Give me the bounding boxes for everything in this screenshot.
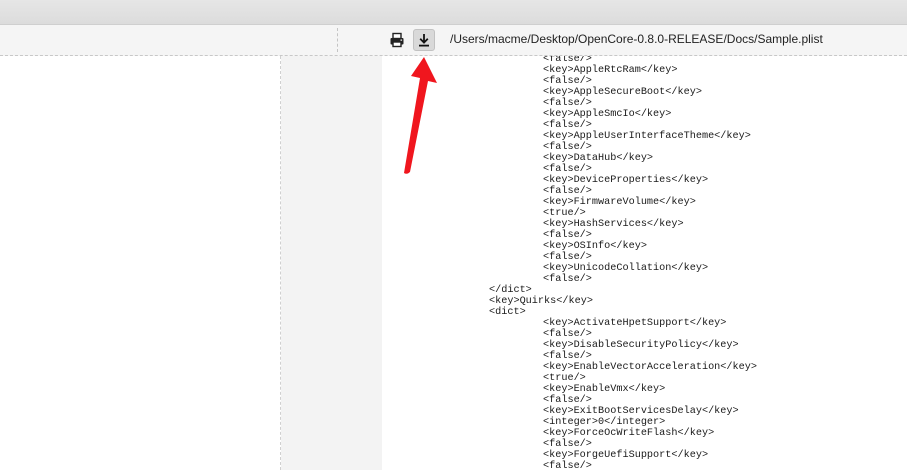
code-line: <false/> [543,329,592,340]
download-button[interactable] [413,29,435,51]
gutter-pane [281,56,382,470]
code-line: <false/> [543,98,592,109]
code-line: <false/> [543,120,592,131]
code-line: <false/> [543,439,592,450]
code-line: <key>DeviceProperties</key> [543,175,709,186]
code-line: <key>AppleSmcIo</key> [543,109,672,120]
code-line: <key>DataHub</key> [543,153,654,164]
code-line: <key>AppleSecureBoot</key> [543,87,702,98]
code-line: <false/> [543,274,592,285]
window-titlebar [0,0,907,25]
code-line: </dict> [489,285,532,296]
code-line: <false/> [543,164,592,175]
code-line: <key>ForceOcWriteFlash</key> [543,428,715,439]
code-line: <key>ForgeUefiSupport</key> [543,450,709,461]
code-line: <dict> [489,307,526,318]
code-line: <false/> [543,186,592,197]
print-icon [390,32,404,48]
code-line: <key>ExitBootServicesDelay</key> [543,406,739,417]
code-line: <false/> [543,461,592,470]
viewer-toolbar: /Users/macme/Desktop/OpenCore-0.8.0-RELE… [0,25,907,56]
code-line: <key>ActivateHpetSupport</key> [543,318,727,329]
download-icon [419,34,429,47]
toolbar-divider [337,28,338,52]
file-path-label: /Users/macme/Desktop/OpenCore-0.8.0-RELE… [450,32,823,46]
code-line: <key>AppleRtcRam</key> [543,65,678,76]
plist-code-view[interactable]: <false/> <key>AppleRtcRam</key> <false/> <k… [382,56,907,470]
code-line: <key>FirmwareVolume</key> [543,197,696,208]
code-line: <key>AppleUserInterfaceTheme</key> [543,131,751,142]
code-line: <integer>0</integer> [543,417,666,428]
code-line: <key>UnicodeCollation</key> [543,263,709,274]
left-blank-pane [0,56,280,470]
code-line: <false/> [543,351,592,362]
print-button[interactable] [386,29,408,51]
code-line: <false/> [543,76,592,87]
code-line: <true/> [543,373,586,384]
code-line: <false/> [543,56,592,65]
code-line: <false/> [543,395,592,406]
code-line: <key>OSInfo</key> [543,241,647,252]
code-line: <key>DisableSecurityPolicy</key> [543,340,739,351]
code-line: <false/> [543,230,592,241]
code-line: <key>Quirks</key> [489,296,593,307]
code-line: <true/> [543,208,586,219]
code-line: <key>EnableVectorAcceleration</key> [543,362,757,373]
code-line: <false/> [543,142,592,153]
code-line: <key>EnableVmx</key> [543,384,666,395]
code-line: <false/> [543,252,592,263]
code-line: <key>HashServices</key> [543,219,684,230]
